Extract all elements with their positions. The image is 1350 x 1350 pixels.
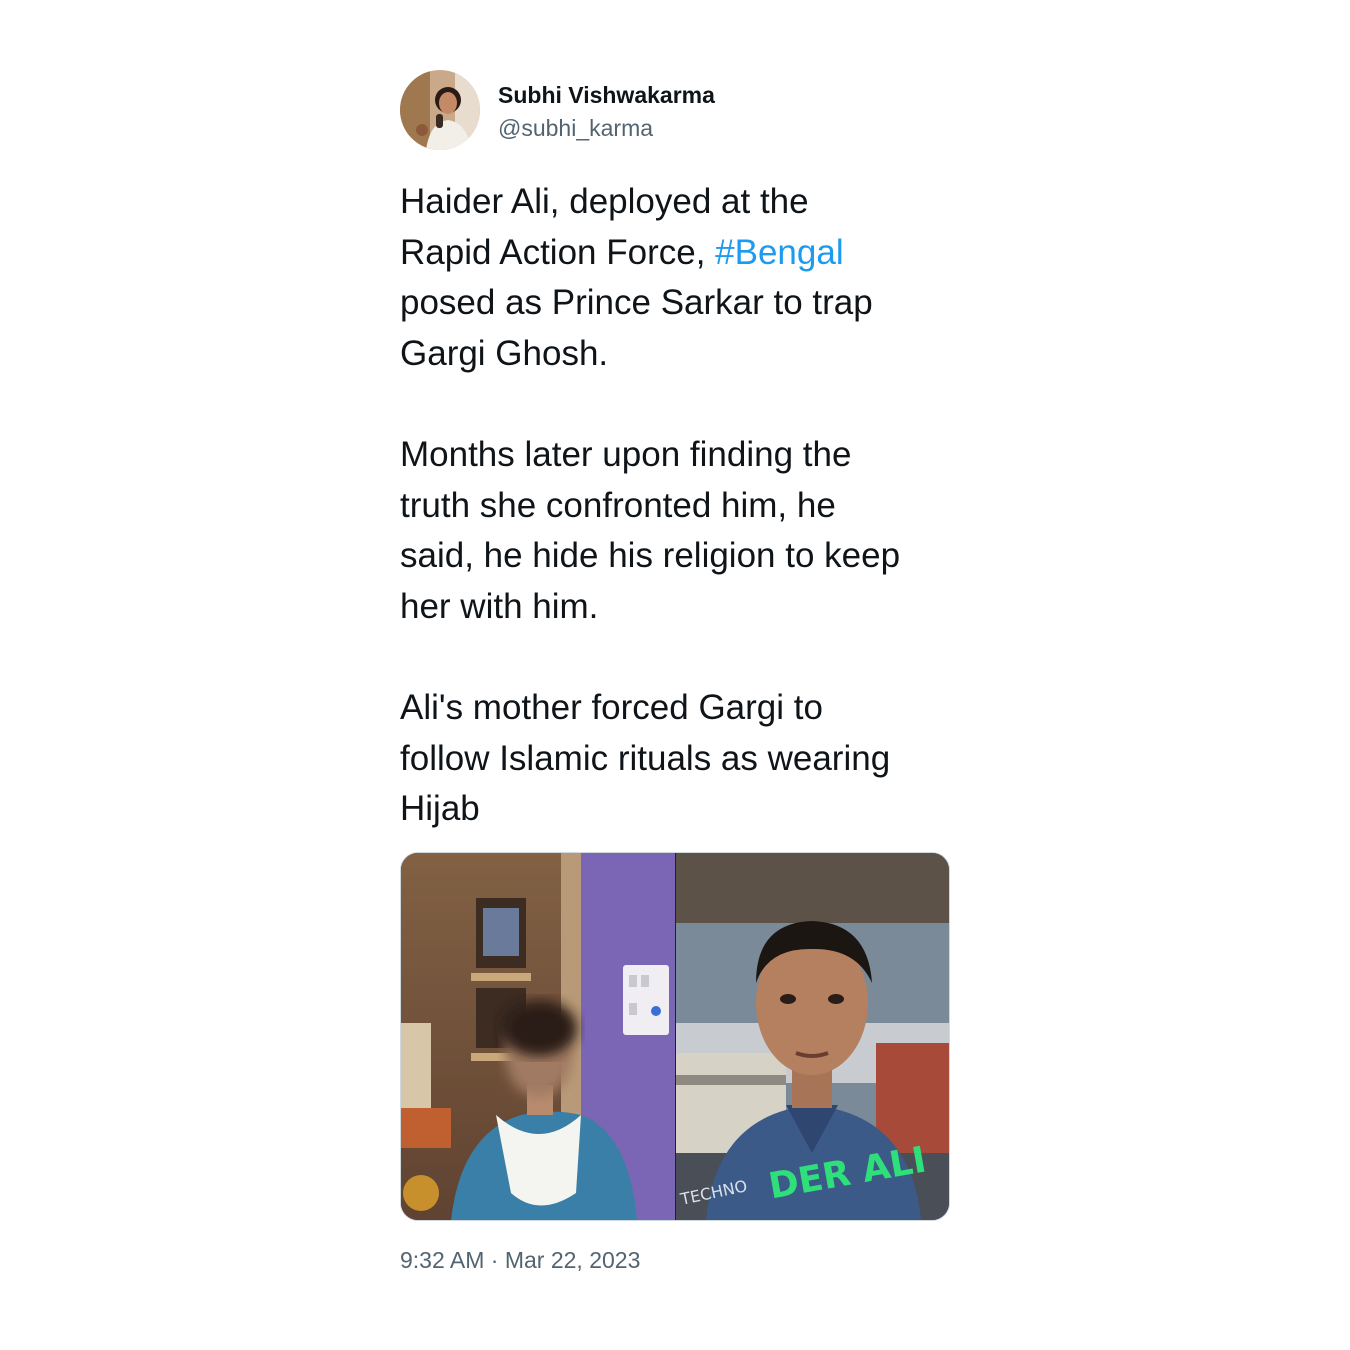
tweet-header: Subhi Vishwakarma @subhi_karma: [400, 70, 952, 152]
author-handle[interactable]: @subhi_karma: [498, 115, 653, 142]
tweet-text: Haider Ali, deployed at the Rapid Action…: [400, 177, 952, 835]
tweet-line: Haider Ali, deployed at the: [400, 182, 809, 221]
media-photo-man[interactable]: DER ALI TECHNO: [676, 853, 949, 1220]
tweet-line: posed as Prince Sarkar to trap: [400, 283, 873, 323]
author-name[interactable]: Subhi Vishwakarma: [498, 82, 715, 109]
tweet-paragraph: Ali's mother forced Gargi to follow Isla…: [400, 683, 952, 835]
hashtag-link[interactable]: #Bengal: [715, 233, 843, 272]
photo-woman-illustration: [401, 853, 675, 1220]
tweet-line: her with him.: [400, 586, 599, 626]
tweet-line: said, he hide his religion to keep: [400, 536, 901, 576]
tweet-paragraph: Months later upon finding the truth she …: [400, 430, 952, 632]
tweet-paragraph: Haider Ali, deployed at the Rapid Action…: [400, 177, 952, 379]
avatar-photo: [400, 70, 480, 150]
tweet-line: Rapid Action Force,: [400, 232, 716, 272]
tweet-media[interactable]: DER ALI TECHNO: [400, 852, 950, 1221]
media-photo-woman[interactable]: [401, 853, 675, 1220]
tweet-card: Subhi Vishwakarma @subhi_karma Haider Al…: [400, 70, 952, 1273]
tweet-line: Months later upon finding the: [400, 434, 852, 474]
author-avatar[interactable]: [400, 70, 480, 150]
tweet-line: Hijab: [400, 789, 480, 829]
tweet-timestamp[interactable]: 9:32 AM · Mar 22, 2023: [400, 1247, 640, 1274]
tweet-line: Ali's mother forced Gargi to: [400, 687, 823, 727]
tweet-line: Gargi Ghosh.: [400, 333, 609, 373]
tweet-line: follow Islamic rituals as wearing: [400, 738, 891, 778]
tweet-line: truth she confronted him, he: [400, 485, 836, 525]
